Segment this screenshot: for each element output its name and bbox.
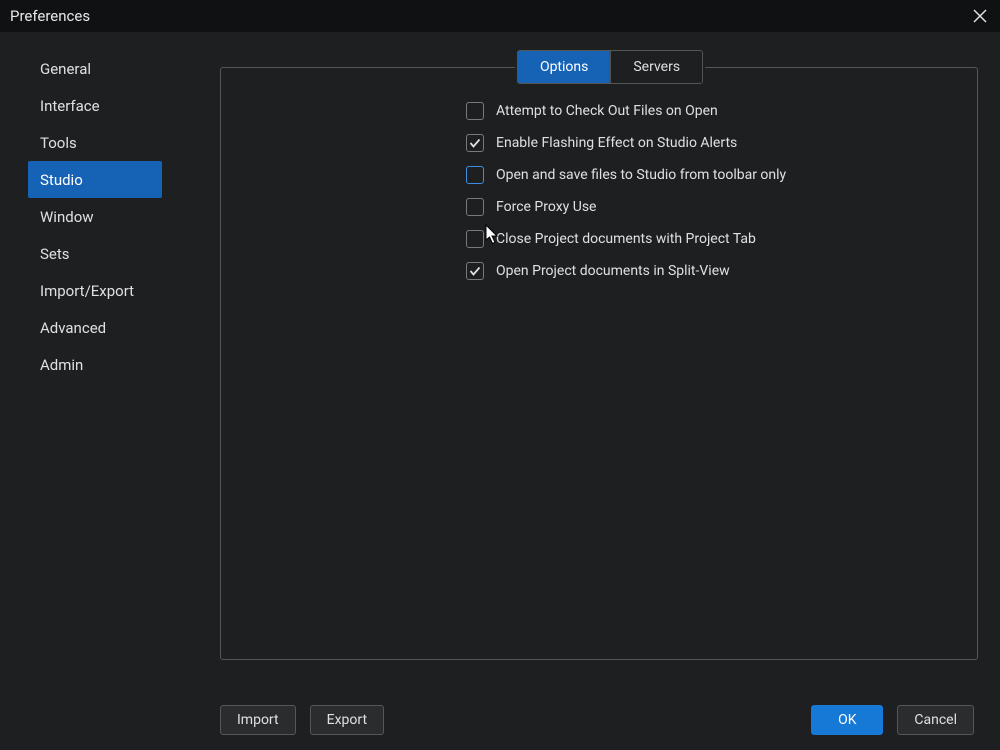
option-label[interactable]: Enable Flashing Effect on Studio Alerts xyxy=(496,135,737,151)
sidebar-item-admin[interactable]: Admin xyxy=(0,346,220,383)
ok-button[interactable]: OK xyxy=(811,705,883,735)
checkbox-checkout-on-open[interactable] xyxy=(466,102,484,120)
sidebar-item-general[interactable]: General xyxy=(0,50,220,87)
checkbox-force-proxy[interactable] xyxy=(466,198,484,216)
option-label[interactable]: Close Project documents with Project Tab xyxy=(496,231,756,247)
option-label[interactable]: Open and save files to Studio from toolb… xyxy=(496,167,786,183)
option-force-proxy: Force Proxy Use xyxy=(466,198,970,216)
sidebar: General Interface Tools Studio Window Se… xyxy=(0,32,220,690)
import-button[interactable]: Import xyxy=(220,705,296,735)
content-area: General Interface Tools Studio Window Se… xyxy=(0,32,1000,690)
export-button[interactable]: Export xyxy=(310,705,384,735)
option-checkout-on-open: Attempt to Check Out Files on Open xyxy=(466,102,970,120)
sidebar-item-import-export[interactable]: Import/Export xyxy=(0,272,220,309)
footer-right: OK Cancel xyxy=(811,705,974,735)
options-list: Attempt to Check Out Files on Open Enabl… xyxy=(466,102,970,280)
option-flashing-effect: Enable Flashing Effect on Studio Alerts xyxy=(466,134,970,152)
option-label[interactable]: Open Project documents in Split-View xyxy=(496,263,730,279)
main-panel: Options Servers Attempt to Check Out Fil… xyxy=(220,32,1000,690)
checkbox-split-view[interactable] xyxy=(466,262,484,280)
sidebar-item-tools[interactable]: Tools xyxy=(0,124,220,161)
cancel-button[interactable]: Cancel xyxy=(897,705,974,735)
sidebar-item-window[interactable]: Window xyxy=(0,198,220,235)
sidebar-item-sets[interactable]: Sets xyxy=(0,235,220,272)
tab-options[interactable]: Options xyxy=(518,51,610,83)
option-label[interactable]: Attempt to Check Out Files on Open xyxy=(496,103,718,119)
titlebar: Preferences xyxy=(0,0,1000,32)
checkbox-close-with-tab[interactable] xyxy=(466,230,484,248)
checkbox-flashing-effect[interactable] xyxy=(466,134,484,152)
footer-left: Import Export xyxy=(220,705,384,735)
sidebar-item-advanced[interactable]: Advanced xyxy=(0,309,220,346)
check-icon xyxy=(469,265,481,277)
option-label[interactable]: Force Proxy Use xyxy=(496,199,596,215)
window-title: Preferences xyxy=(10,7,90,25)
close-button[interactable] xyxy=(970,6,990,26)
sidebar-item-interface[interactable]: Interface xyxy=(0,87,220,124)
option-close-with-tab: Close Project documents with Project Tab xyxy=(466,230,970,248)
tab-servers[interactable]: Servers xyxy=(610,51,702,83)
option-toolbar-only: Open and save files to Studio from toolb… xyxy=(466,166,970,184)
checkbox-toolbar-only[interactable] xyxy=(466,166,484,184)
check-icon xyxy=(469,137,481,149)
sidebar-item-studio[interactable]: Studio xyxy=(28,161,162,198)
close-icon xyxy=(973,9,987,23)
footer: Import Export OK Cancel xyxy=(0,690,1000,750)
tab-switch: Options Servers xyxy=(517,50,703,84)
option-split-view: Open Project documents in Split-View xyxy=(466,262,970,280)
